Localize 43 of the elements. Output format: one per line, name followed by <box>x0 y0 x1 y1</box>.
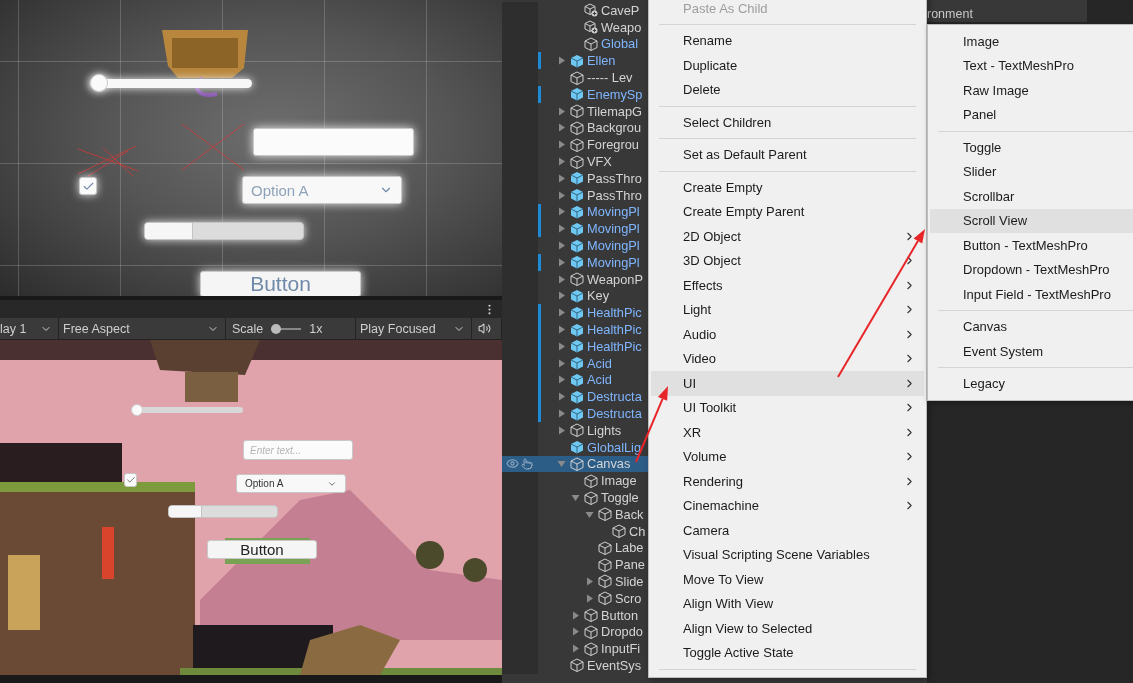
object-name: Acid <box>587 355 612 371</box>
object-name: Global <box>601 36 638 52</box>
object-name: HealthPic <box>587 305 642 321</box>
object-name: Destructa <box>587 389 642 405</box>
object-name: Dropdo <box>601 624 643 640</box>
object-name: Key <box>587 288 610 304</box>
object-name: VFX <box>587 154 612 170</box>
object-name: GlobalLig <box>587 439 642 455</box>
object-name: MovingPl <box>587 204 640 220</box>
scale-value: 1x <box>309 321 323 336</box>
object-name: Toggle <box>601 490 639 505</box>
object-name: Labe <box>615 540 644 556</box>
object-name: Lights <box>587 422 622 438</box>
object-name: InputFi <box>601 641 641 657</box>
object-name: Ellen <box>587 53 616 69</box>
object-name: Backgrou <box>587 120 642 136</box>
object-name: HealthPic <box>587 322 642 338</box>
object-name: MovingPl <box>587 221 640 237</box>
object-name: MovingPl <box>587 238 640 254</box>
panel-text: ronment <box>927 7 974 22</box>
object-name: ----- Lev <box>587 70 633 86</box>
object-name: Foregrou <box>587 137 639 153</box>
scale-label: Scale <box>232 321 264 336</box>
object-name: MovingPl <box>587 254 640 270</box>
object-name: HealthPic <box>587 338 642 354</box>
object-name: Ch <box>629 523 646 539</box>
object-name: Acid <box>587 372 612 388</box>
object-name: Button <box>601 607 638 623</box>
object-name: Canvas <box>587 456 631 472</box>
object-name: PassThro <box>587 187 642 203</box>
object-name: Pane <box>615 557 645 573</box>
object-name: Scro <box>615 590 642 606</box>
object-name: CaveP <box>601 2 640 18</box>
object-name: Back <box>615 506 644 522</box>
object-name: TilemapG <box>587 103 642 119</box>
object-name: EventSys <box>587 657 642 673</box>
object-name: Destructa <box>587 406 642 421</box>
object-name: PassThro <box>587 170 642 186</box>
object-name: Slide <box>615 574 644 589</box>
object-name: WeaponP <box>587 271 643 287</box>
object-name: Weapo <box>601 19 642 35</box>
object-name: Image <box>601 473 637 489</box>
object-name: EnemySp <box>587 86 643 102</box>
